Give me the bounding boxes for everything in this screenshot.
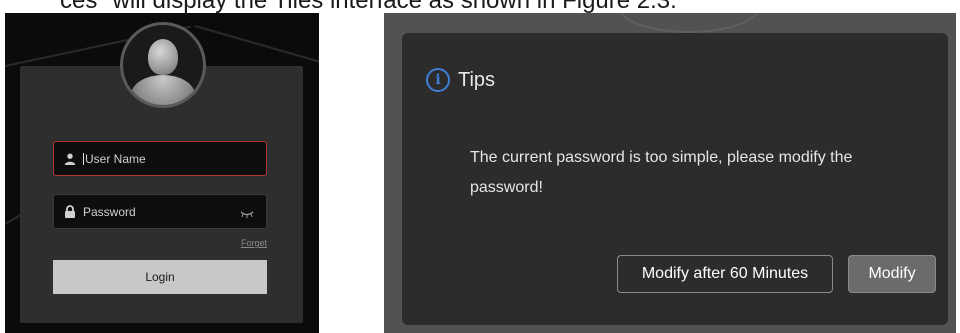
login-screen: User Name Password Forget Login <box>5 13 319 333</box>
background-line <box>194 25 319 66</box>
username-placeholder: User Name <box>85 151 146 166</box>
lock-icon <box>63 205 77 219</box>
tips-dialog: i Tips The current password is too simpl… <box>402 33 948 325</box>
password-field[interactable]: Password <box>53 194 267 229</box>
login-card: User Name Password Forget Login <box>20 22 303 323</box>
login-button[interactable]: Login <box>53 260 267 294</box>
dialog-title: Tips <box>458 68 496 91</box>
dialog-header: i Tips <box>426 68 495 92</box>
modify-later-button[interactable]: Modify after 60 Minutes <box>617 255 833 293</box>
user-icon <box>63 152 77 166</box>
modify-button[interactable]: Modify <box>848 255 936 293</box>
username-field[interactable]: User Name <box>53 141 267 176</box>
forget-link[interactable]: Forget <box>241 238 267 248</box>
password-placeholder: Password <box>83 204 136 219</box>
background-decoration <box>619 13 759 33</box>
avatar-icon <box>120 22 206 108</box>
dialog-message: The current password is too simple, plea… <box>470 149 853 196</box>
eye-closed-icon[interactable] <box>240 206 254 218</box>
info-icon: i <box>426 68 450 92</box>
tips-dialog-screen: i Tips The current password is too simpl… <box>384 13 956 333</box>
